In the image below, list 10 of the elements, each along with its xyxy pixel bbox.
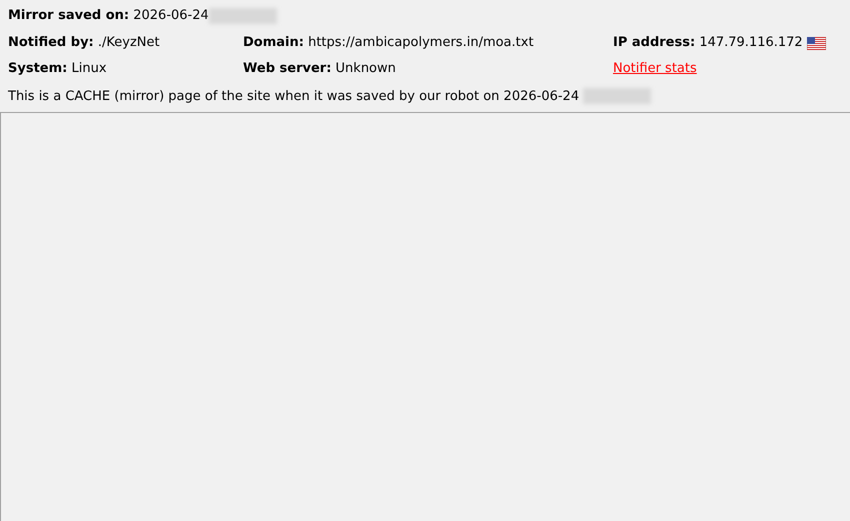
info-text: Web server: Unknown <box>243 60 396 78</box>
info-text: System: Linux <box>8 60 107 78</box>
info-text: Notified by: ./KeyzNet <box>8 34 160 52</box>
blurred-redaction <box>208 8 277 24</box>
blurred-redaction <box>583 88 652 104</box>
info-text: Mirror saved on: 2026-06-24 <box>8 7 209 25</box>
info-text: IP address: 147.79.116.172 <box>613 34 803 52</box>
notifier-stats-link[interactable]: Notifier stats <box>613 59 697 79</box>
cache-notice: This is a CACHE (mirror) page of the site when it was saved by our robot on 2026-06-24 <box>8 88 580 106</box>
info-text: Domain: https://ambicapolymers.in/moa.txt <box>243 34 534 52</box>
